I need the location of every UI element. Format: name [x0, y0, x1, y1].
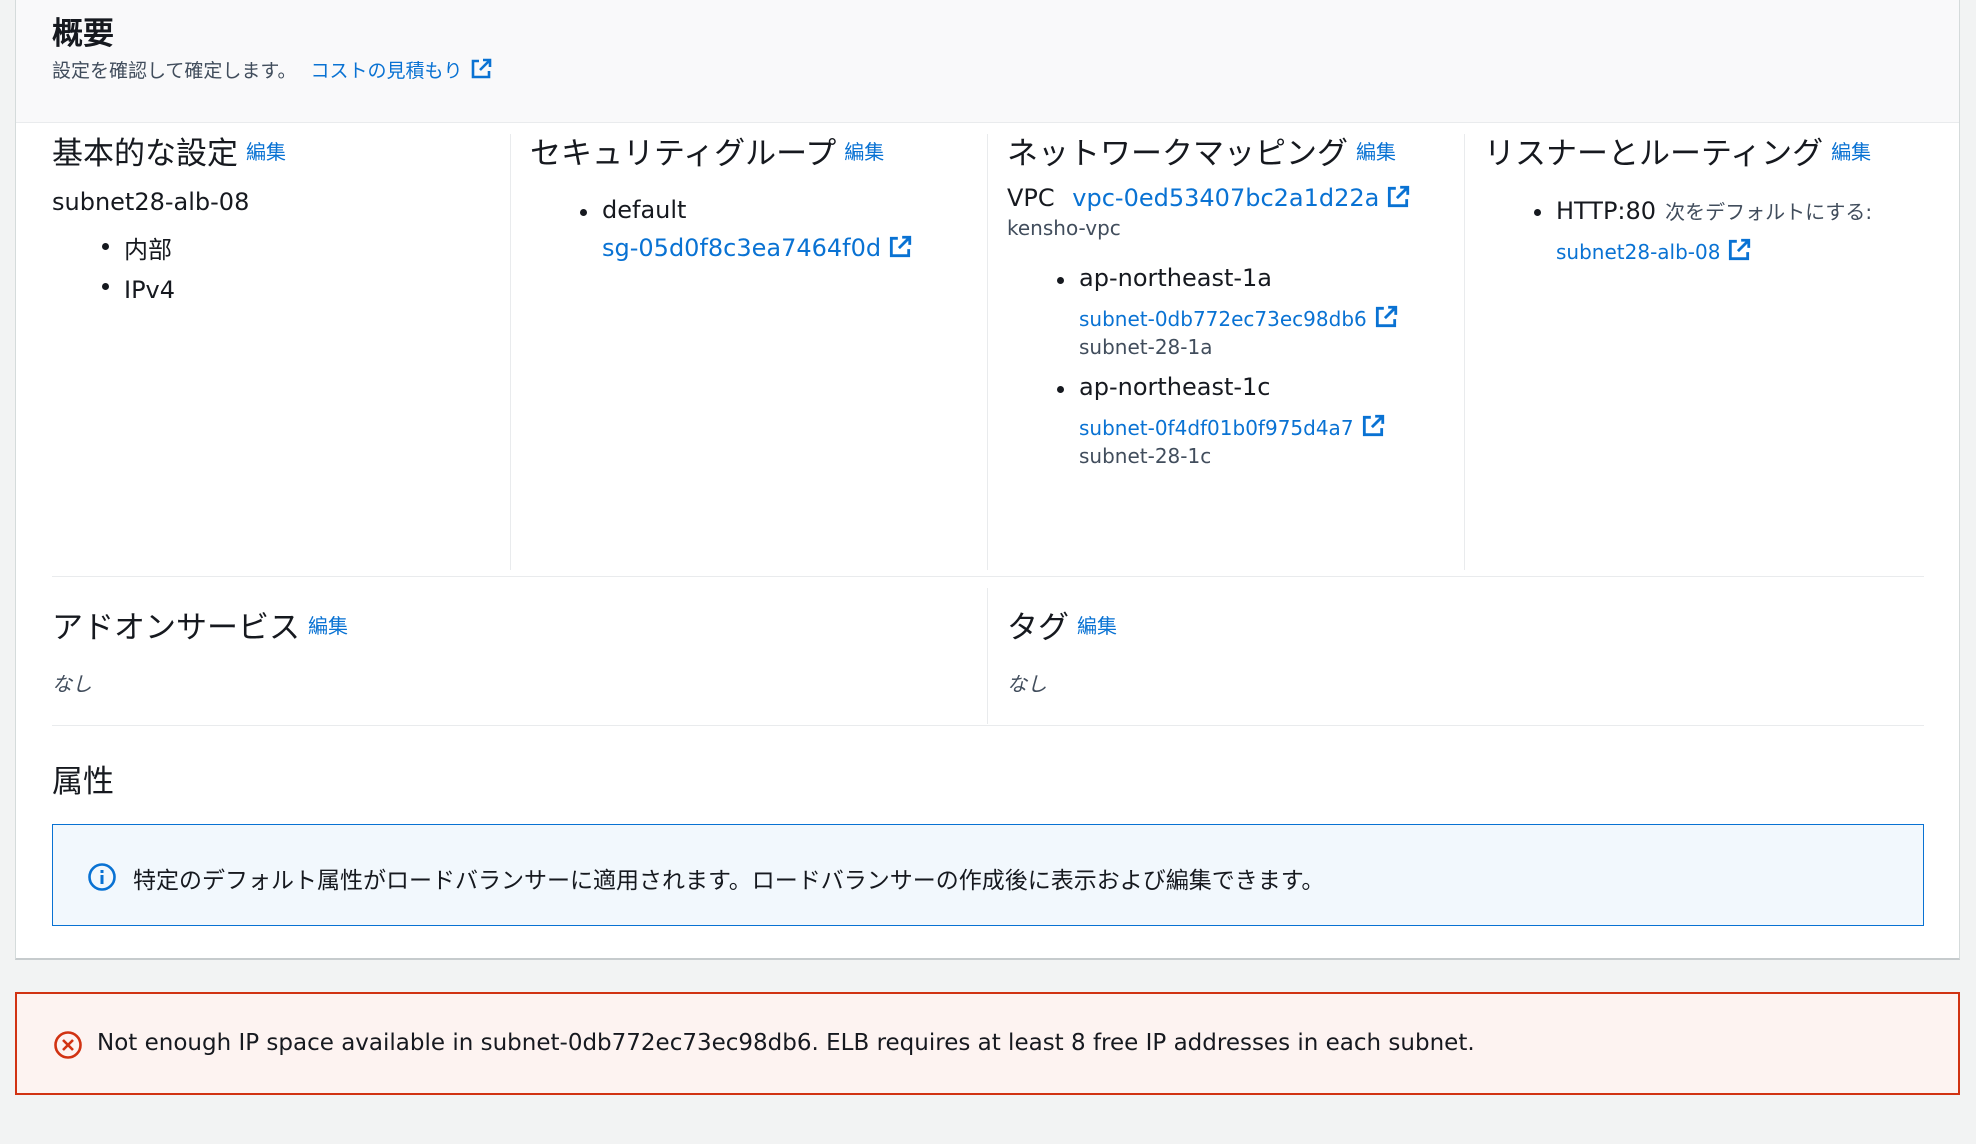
- ip-type-item: IPv4: [102, 270, 492, 310]
- attributes-info-text: 特定のデフォルト属性がロードバランサーに適用されます。ロードバランサーの作成後に…: [133, 868, 1325, 894]
- security-group-name: default: [602, 196, 687, 224]
- col-divider: [1464, 134, 1465, 570]
- vpc-link[interactable]: vpc-0ed53407bc2a1d22a: [1072, 184, 1411, 212]
- zone-az: ap-northeast-1c: [1079, 373, 1271, 401]
- edit-addon-services-link[interactable]: 編集: [308, 614, 348, 638]
- network-mapping-title: ネットワークマッピング: [1007, 136, 1348, 172]
- tags-section: タグ 編集 なし: [1007, 608, 1907, 697]
- subtitle-text: 設定を確認して確定します。: [52, 60, 297, 82]
- zone-az: ap-northeast-1a: [1079, 264, 1273, 292]
- cost-estimate-label: コストの見積もり: [310, 60, 463, 82]
- target-group-link[interactable]: subnet28-alb-08: [1556, 237, 1752, 264]
- listener-protocol: HTTP:80: [1556, 197, 1657, 225]
- row-divider: [52, 576, 1924, 577]
- vpc-name: kensho-vpc: [1007, 216, 1121, 240]
- subnet-link[interactable]: subnet-0db772ec73ec98db6: [1079, 304, 1399, 331]
- subnet-id: subnet-0db772ec73ec98db6: [1079, 307, 1367, 331]
- network-mapping-section: ネットワークマッピング 編集 VPC vpc-0ed53407bc2a1d22a …: [1007, 134, 1467, 570]
- col-divider: [987, 134, 988, 570]
- summary-header: 概要 設定を確認して確定します。 コストの見積もり: [16, 0, 1959, 123]
- security-groups-title: セキュリティグループ: [530, 136, 837, 172]
- lb-name: subnet28-alb-08: [52, 188, 250, 216]
- scheme-item: 内部: [102, 230, 492, 270]
- info-icon: [87, 862, 117, 896]
- listener-item: HTTP:80 次をデフォルトにする: subnet28-alb-08: [1534, 196, 1944, 264]
- edit-basic-settings-link[interactable]: 編集: [246, 140, 286, 164]
- external-link-icon: [887, 234, 913, 260]
- tags-value: なし: [1007, 672, 1047, 696]
- security-groups-section: セキュリティグループ 編集 default sg-05d0f8c3ea7464f0…: [530, 134, 980, 570]
- zone-item: ap-northeast-1a subnet-0db772ec73ec98db6…: [1057, 264, 1467, 359]
- addon-services-title: アドオンサービス: [52, 610, 300, 646]
- security-group-id: sg-05d0f8c3ea7464f0d: [602, 234, 882, 262]
- basic-settings-title: 基本的な設定: [52, 136, 238, 172]
- security-group-item: default sg-05d0f8c3ea7464f0d: [580, 196, 980, 262]
- error-message: Not enough IP space available in subnet-…: [97, 1030, 1475, 1056]
- target-group-name: subnet28-alb-08: [1556, 240, 1721, 264]
- external-link-icon: [1360, 413, 1386, 439]
- listeners-routing-title: リスナーとルーティング: [1484, 136, 1824, 172]
- summary-card: 概要 設定を確認して確定します。 コストの見積もり 基本的な設定 編集 subnet…: [15, 0, 1960, 960]
- listeners-routing-section: リスナーとルーティング 編集 HTTP:80 次をデフォルトにする: subnet…: [1484, 134, 1944, 570]
- zone-item: ap-northeast-1c subnet-0f4df01b0f975d4a7…: [1057, 373, 1467, 468]
- external-link-icon: [469, 57, 493, 81]
- vpc-label: VPC: [1007, 184, 1055, 212]
- external-link-icon: [1726, 237, 1752, 263]
- tags-title: タグ: [1007, 610, 1069, 646]
- edit-tags-link[interactable]: 編集: [1077, 614, 1117, 638]
- edit-security-groups-link[interactable]: 編集: [844, 140, 884, 164]
- subnet-id: subnet-0f4df01b0f975d4a7: [1079, 416, 1354, 440]
- row-divider: [52, 725, 1924, 726]
- col-divider: [510, 134, 511, 570]
- subnet-link[interactable]: subnet-0f4df01b0f975d4a7: [1079, 413, 1386, 440]
- external-link-icon: [1373, 304, 1399, 330]
- error-icon: [53, 1030, 83, 1064]
- subnet-name: subnet-28-1a: [1079, 335, 1213, 359]
- attributes-title: 属性: [52, 764, 114, 800]
- summary-subtitle: 設定を確認して確定します。 コストの見積もり: [52, 56, 493, 83]
- page-title: 概要: [52, 16, 114, 52]
- basic-settings-section: 基本的な設定 編集 subnet28-alb-08 内部 IPv4: [52, 134, 492, 570]
- addon-services-section: アドオンサービス 編集 なし: [52, 608, 952, 697]
- edit-listeners-link[interactable]: 編集: [1831, 140, 1871, 164]
- vpc-row: VPC vpc-0ed53407bc2a1d22a: [1007, 184, 1467, 212]
- listener-default-text: 次をデフォルトにする:: [1665, 200, 1873, 224]
- external-link-icon: [1385, 184, 1411, 210]
- attributes-info-alert: 特定のデフォルト属性がロードバランサーに適用されます。ロードバランサーの作成後に…: [52, 824, 1924, 926]
- error-alert: Not enough IP space available in subnet-…: [15, 992, 1960, 1095]
- cost-estimate-link[interactable]: コストの見積もり: [310, 57, 493, 82]
- edit-network-mapping-link[interactable]: 編集: [1356, 140, 1396, 164]
- vpc-id: vpc-0ed53407bc2a1d22a: [1072, 184, 1380, 212]
- col-divider: [987, 588, 988, 724]
- addon-services-value: なし: [52, 672, 92, 696]
- security-group-link[interactable]: sg-05d0f8c3ea7464f0d: [602, 234, 913, 262]
- subnet-name: subnet-28-1c: [1079, 444, 1212, 468]
